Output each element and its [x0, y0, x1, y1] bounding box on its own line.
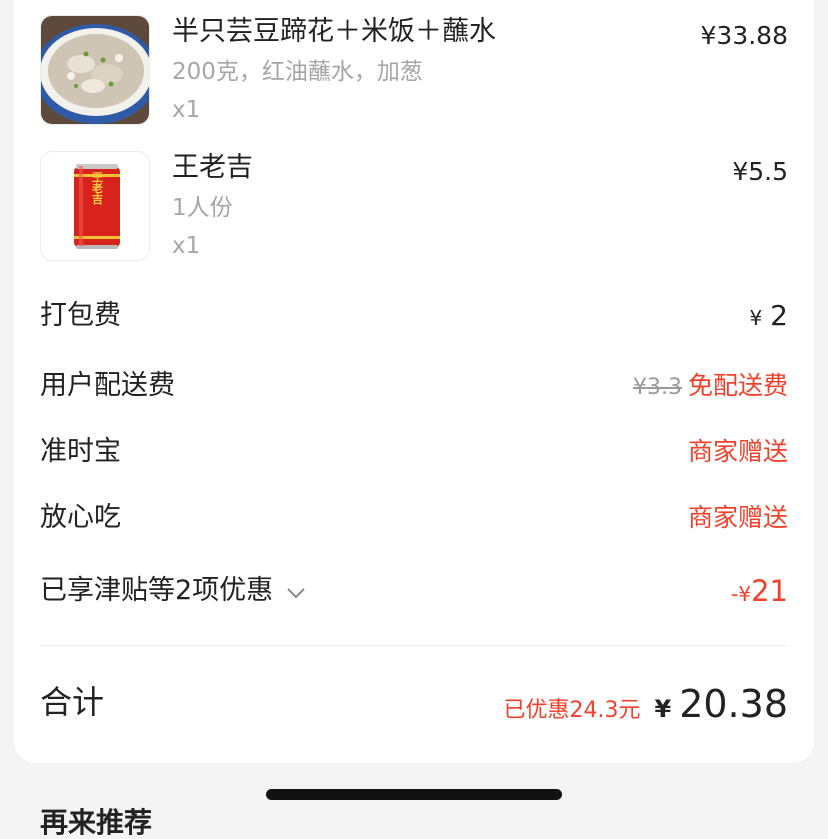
- next-section-title: 再来推荐: [40, 806, 153, 839]
- item-name: 王老吉: [172, 152, 253, 183]
- safe-eat-label: 放心吃: [40, 502, 121, 533]
- discount-label-text: 已享津贴等2项优惠: [40, 575, 274, 606]
- order-item[interactable]: 王老吉 王老吉 1人份 x1 ¥5.5: [40, 151, 788, 263]
- soup-bowl-photo-icon: [40, 15, 150, 125]
- discount-label[interactable]: 已享津贴等2项优惠: [40, 571, 306, 612]
- can-brand-text: 王老吉: [91, 171, 105, 205]
- item-price: ¥5.5: [732, 157, 788, 186]
- saved-amount-text: 已优惠24.3元: [503, 698, 641, 723]
- packing-fee-value: ¥ 2: [749, 296, 788, 338]
- total-value: 已优惠24.3元 ¥ 20.38: [504, 680, 788, 735]
- ontime-guarantee-value: 商家赠送: [687, 437, 788, 466]
- total-currency: ¥: [654, 695, 672, 723]
- order-item[interactable]: 半只芸豆蹄花＋米饭＋蘸水 200克，红油蘸水，加葱 x1 ¥33.88: [40, 15, 788, 127]
- delivery-fee-row: 用户配送费 ¥3.3 免配送费: [40, 366, 788, 406]
- packing-fee-row: 打包费 ¥ 2: [40, 296, 788, 336]
- wanglaoji-can-photo-icon: 王老吉: [40, 151, 150, 261]
- item-quantity: x1: [172, 97, 201, 123]
- total-row: 合计 已优惠24.3元 ¥ 20.38: [40, 680, 788, 730]
- divider: [40, 645, 788, 646]
- discount-amount: 21: [751, 574, 788, 608]
- total-label: 合计: [40, 683, 105, 721]
- chevron-down-icon: [286, 572, 306, 612]
- ontime-guarantee-label: 准时宝: [40, 436, 121, 467]
- item-quantity: x1: [172, 233, 201, 259]
- item-name: 半只芸豆蹄花＋米饭＋蘸水: [172, 16, 496, 47]
- safe-eat-row[interactable]: 放心吃 商家赠送: [40, 498, 788, 538]
- delivery-fee-label: 用户配送费: [40, 370, 175, 401]
- home-indicator[interactable]: [266, 789, 562, 800]
- packing-fee-label: 打包费: [40, 300, 121, 331]
- safe-eat-value: 商家赠送: [687, 503, 788, 532]
- item-spec: 200克，红油蘸水，加葱: [172, 59, 423, 85]
- discount-prefix: -¥: [731, 582, 752, 606]
- original-delivery-fee: ¥3.3: [633, 375, 682, 400]
- ontime-guarantee-row[interactable]: 准时宝 商家赠送: [40, 432, 788, 472]
- item-spec: 1人份: [172, 195, 233, 221]
- delivery-fee-value: ¥3.3 免配送费: [633, 366, 788, 408]
- packing-fee-amount: 2: [770, 299, 788, 332]
- item-price: ¥33.88: [700, 21, 788, 50]
- total-amount: 20.38: [679, 682, 788, 726]
- currency-symbol: ¥: [749, 306, 763, 330]
- discount-value: -¥21: [731, 571, 788, 614]
- discount-row[interactable]: 已享津贴等2项优惠 -¥21: [40, 571, 788, 611]
- free-delivery-text: 免配送费: [687, 371, 788, 400]
